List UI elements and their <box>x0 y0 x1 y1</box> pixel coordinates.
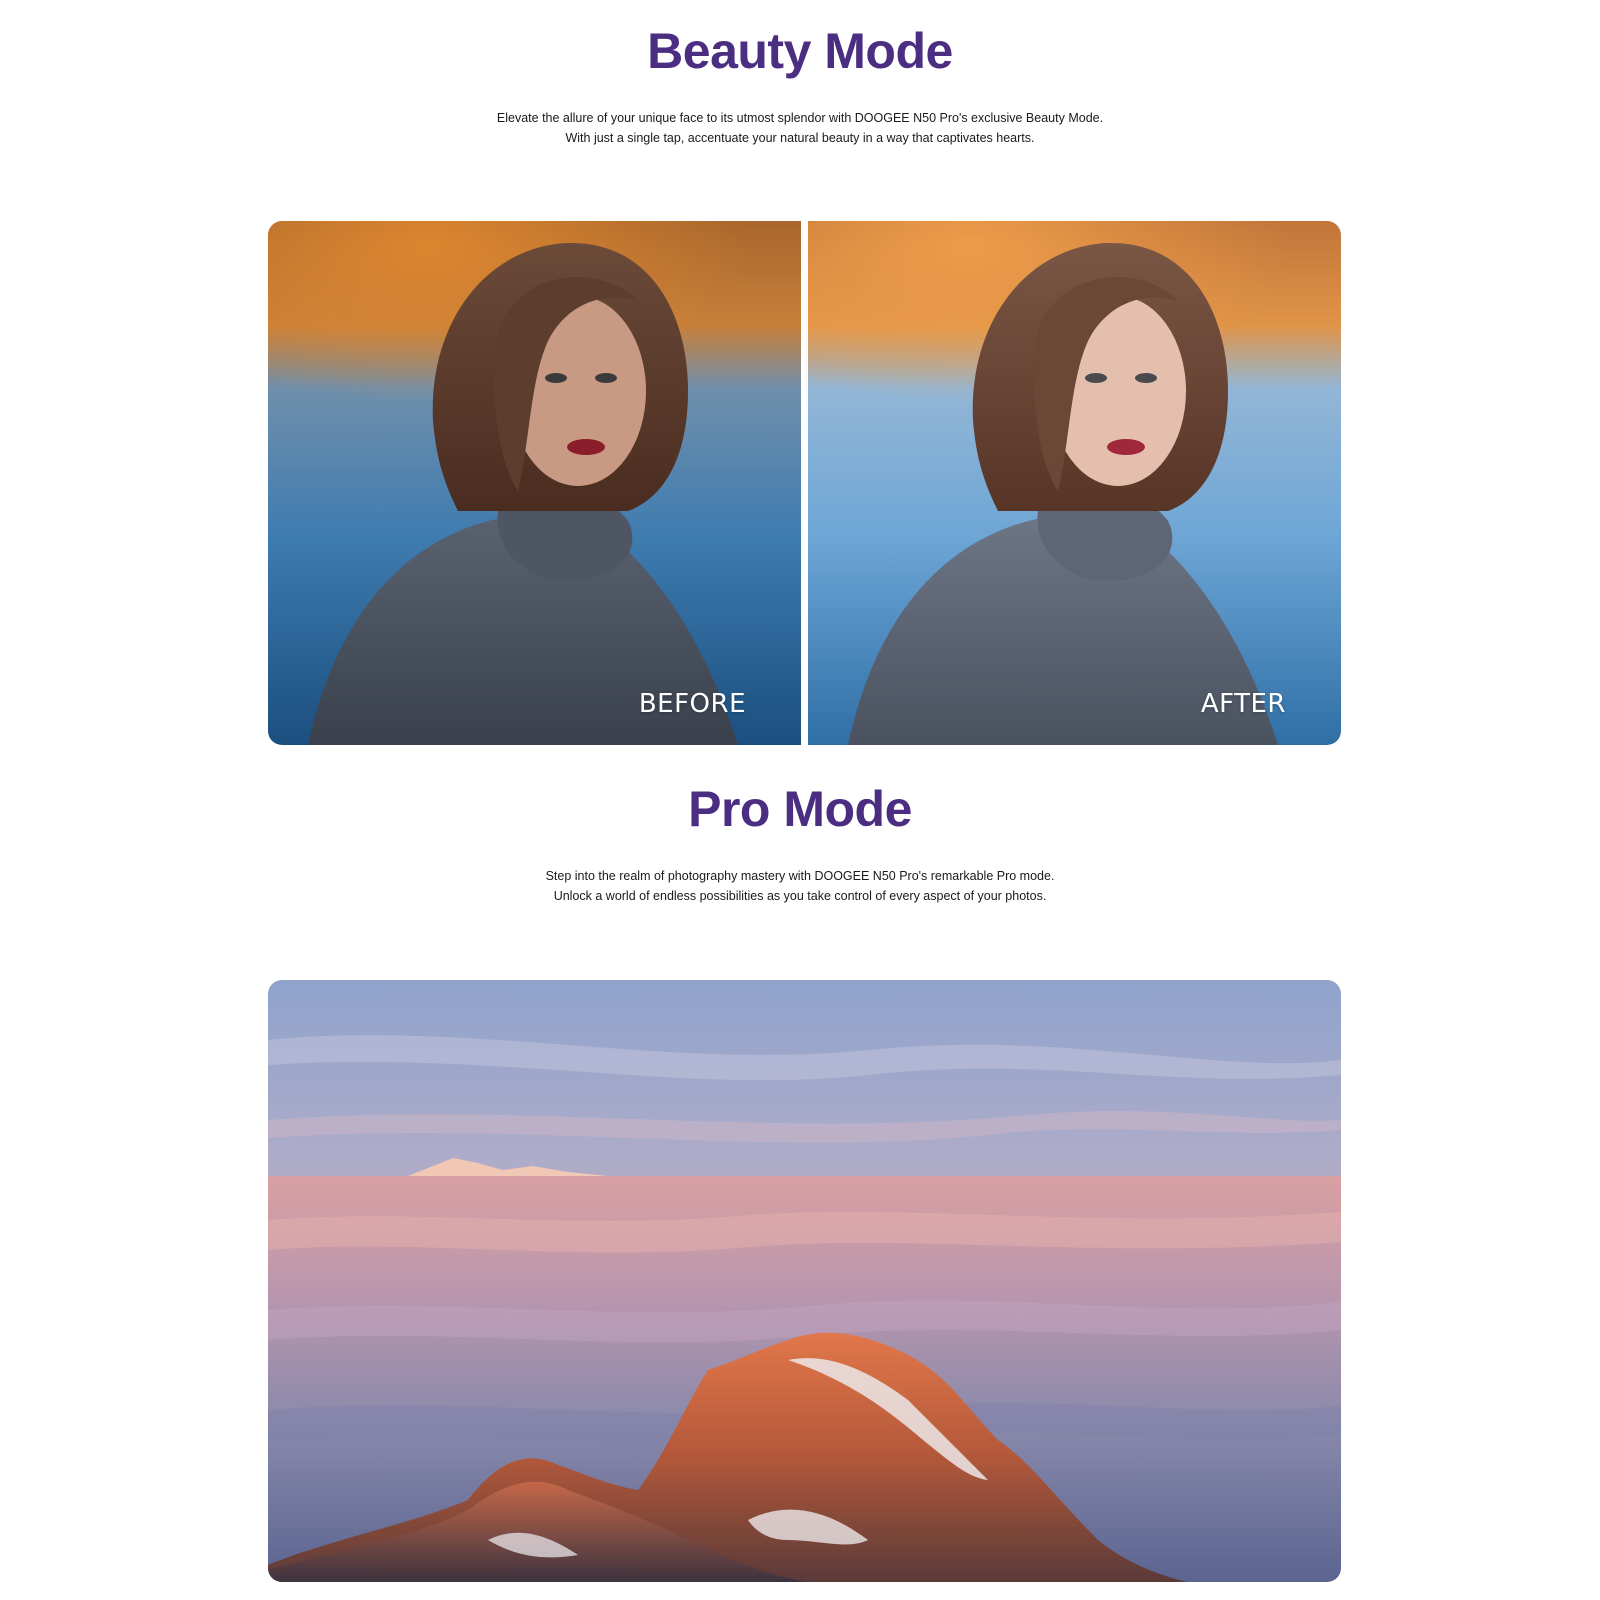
pro-description-line-2: Unlock a world of endless possibilities … <box>553 889 1047 903</box>
after-portrait-image <box>808 221 1341 745</box>
sea-of-clouds-image <box>268 980 1341 1582</box>
pro-mode-description: Step into the realm of photography maste… <box>0 866 1600 906</box>
before-label: BEFORE <box>638 689 746 719</box>
before-portrait-image <box>268 221 801 745</box>
beauty-description-line-1: Elevate the allure of your unique face t… <box>496 111 1104 125</box>
after-photo: AFTER <box>808 221 1341 745</box>
pro-mode-title: Pro Mode <box>688 781 912 837</box>
after-label: AFTER <box>1200 689 1286 719</box>
pro-description-line-1: Step into the realm of photography maste… <box>545 869 1055 883</box>
beauty-mode-description: Elevate the allure of your unique face t… <box>0 108 1600 148</box>
beauty-mode-title: Beauty Mode <box>647 23 953 79</box>
beauty-description-line-2: With just a single tap, accentuate your … <box>565 131 1035 145</box>
before-photo: BEFORE <box>268 221 801 745</box>
pro-mode-landscape-photo <box>268 980 1341 1582</box>
